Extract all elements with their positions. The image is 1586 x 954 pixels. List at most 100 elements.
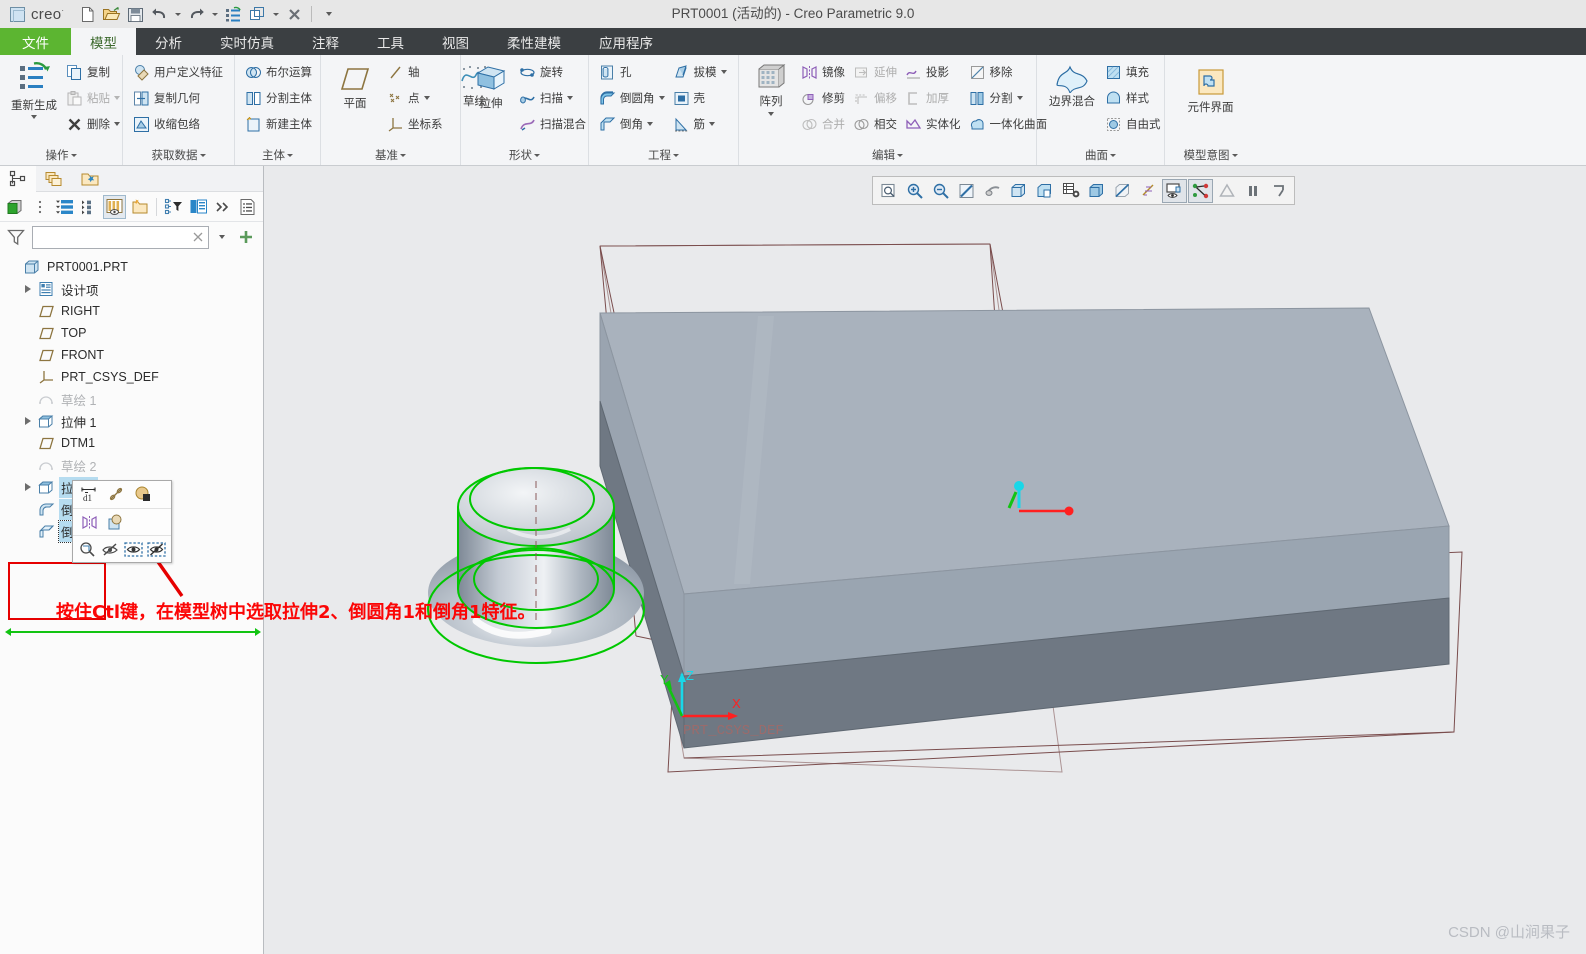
csys-button[interactable]: 坐标系 xyxy=(383,111,447,137)
window-icon[interactable] xyxy=(246,3,268,25)
freestyle-button[interactable]: 自由式 xyxy=(1101,111,1165,137)
tree-search-input[interactable] xyxy=(32,225,209,249)
ribbon-group-get-data-label[interactable]: 获取数据 xyxy=(125,145,232,165)
tab-analysis[interactable]: 分析 xyxy=(136,28,201,55)
tree-sort-filter-icon[interactable] xyxy=(162,195,185,219)
context-mini-toolbar[interactable]: d1 xyxy=(72,480,172,563)
redo-dropdown-icon[interactable] xyxy=(209,3,220,25)
tree-overflow-icon[interactable] xyxy=(211,195,234,219)
tree-notes-icon[interactable] xyxy=(236,195,259,219)
tree-row-top[interactable]: TOP xyxy=(0,322,263,344)
tree-expander-extrude-2[interactable] xyxy=(20,483,36,491)
ribbon-group-engineering-label[interactable]: 工程 xyxy=(591,145,736,165)
tab-tools[interactable]: 工具 xyxy=(358,28,423,55)
ribbon-group-body-label[interactable]: 主体 xyxy=(237,145,318,165)
redo-icon[interactable] xyxy=(185,3,207,25)
close-window-icon[interactable] xyxy=(283,3,305,25)
tree-row-sketch-2[interactable]: 草绘 2 xyxy=(0,454,263,476)
warning-icon[interactable] xyxy=(1214,179,1239,203)
datum-axis-button[interactable]: 轴 xyxy=(383,59,447,85)
pause-icon[interactable] xyxy=(1240,179,1265,203)
ribbon-group-editing-label[interactable]: 编辑 xyxy=(741,145,1034,165)
revolve-button[interactable]: 旋转 xyxy=(515,59,590,85)
extend-button[interactable]: 延伸 xyxy=(849,59,901,85)
regenerate-dropdown-icon[interactable] xyxy=(31,115,37,119)
ribbon-group-surfaces-label[interactable]: 曲面 xyxy=(1039,145,1162,165)
zoom-in-icon[interactable] xyxy=(902,179,927,203)
split-surface-dropdown-icon[interactable] xyxy=(1016,96,1023,100)
tree-row-design-items[interactable]: 设计项 xyxy=(0,278,263,300)
tree-toolbar[interactable] xyxy=(0,192,263,222)
scene-capture-icon[interactable] xyxy=(1084,179,1109,203)
navigator-tabs[interactable] xyxy=(0,165,263,192)
merge-button[interactable]: 合并 xyxy=(797,111,849,137)
offset-button[interactable]: 偏移 xyxy=(849,85,901,111)
edit-dimension-icon[interactable]: d1 xyxy=(76,482,103,507)
resume-icon[interactable] xyxy=(1266,179,1291,203)
rib-button[interactable]: 筋 xyxy=(669,111,731,137)
datum-point-dropdown-icon[interactable] xyxy=(423,96,430,100)
tree-settings-icon[interactable] xyxy=(187,195,210,219)
tree-row-dtm1[interactable]: DTM1 xyxy=(0,432,263,454)
refit-icon[interactable] xyxy=(876,179,901,203)
repaint-icon[interactable] xyxy=(954,179,979,203)
search-options-dropdown-icon[interactable] xyxy=(213,235,231,239)
appearance-icon[interactable] xyxy=(130,482,157,507)
chamfer-button[interactable]: 倒角 xyxy=(595,111,669,137)
boundary-blend-button[interactable]: 边界混合 xyxy=(1043,59,1101,109)
ribbon-group-operations-label[interactable]: 操作 xyxy=(2,145,120,165)
tab-applications[interactable]: 应用程序 xyxy=(580,28,672,55)
edit-references-icon[interactable] xyxy=(103,482,130,507)
extrude-button[interactable]: 拉伸 xyxy=(467,59,515,111)
round-dropdown-icon[interactable] xyxy=(658,96,665,100)
shell-button[interactable]: 壳 xyxy=(669,85,731,111)
delete-button[interactable]: 删除 xyxy=(62,111,124,137)
draft-dropdown-icon[interactable] xyxy=(720,70,727,74)
regenerate-icon[interactable] xyxy=(222,3,244,25)
saved-orientation-icon[interactable] xyxy=(1032,179,1057,203)
view-manager-icon[interactable] xyxy=(1058,179,1083,203)
annotation-display-icon[interactable] xyxy=(1188,178,1213,203)
tree-list-icon[interactable] xyxy=(54,195,77,219)
hide-icon[interactable] xyxy=(99,537,122,562)
mirror-button[interactable]: 镜像 xyxy=(797,59,849,85)
thicken-button[interactable]: 加厚 xyxy=(901,85,965,111)
ribbon-group-datum-label[interactable]: 基准 xyxy=(323,145,458,165)
tree-filter-display-icon[interactable] xyxy=(103,194,127,219)
model-tree[interactable]: PRT0001.PRT 设计项 RIGHT TOP FRONT PRT_CSYS… xyxy=(0,252,263,636)
ribbon-tabs[interactable]: 文件 模型 分析 实时仿真 注释 工具 视图 柔性建模 应用程序 xyxy=(0,28,1586,55)
hole-button[interactable]: 孔 xyxy=(595,59,669,85)
tree-row-front[interactable]: FRONT xyxy=(0,344,263,366)
tab-flexible-modeling[interactable]: 柔性建模 xyxy=(488,28,580,55)
add-filter-icon[interactable] xyxy=(235,229,257,245)
ribbon-group-shapes-label[interactable]: 形状 xyxy=(463,145,586,165)
datum-point-button[interactable]: 点 xyxy=(383,85,447,111)
quick-access-toolbar[interactable]: creo· xyxy=(0,0,340,28)
zoom-out-icon[interactable] xyxy=(928,179,953,203)
tree-columns-menu-icon[interactable] xyxy=(29,195,52,219)
tree-filter-bar[interactable] xyxy=(0,222,263,252)
window-dropdown-icon[interactable] xyxy=(270,3,281,25)
undo-icon[interactable] xyxy=(148,3,170,25)
create-udf-icon[interactable] xyxy=(103,510,130,535)
graphics-toolbar[interactable] xyxy=(872,176,1295,205)
tab-live-simulation[interactable]: 实时仿真 xyxy=(201,28,293,55)
copy-geometry-button[interactable]: 复制几何 xyxy=(129,85,227,111)
tab-file[interactable]: 文件 xyxy=(0,28,71,55)
chamfer-dropdown-icon[interactable] xyxy=(647,122,653,126)
perspective-icon[interactable] xyxy=(1110,179,1135,203)
undo-dropdown-icon[interactable] xyxy=(172,3,183,25)
project-button[interactable]: 投影 xyxy=(901,59,965,85)
model-tree-tab[interactable] xyxy=(0,165,36,192)
customize-qat-icon[interactable] xyxy=(318,3,340,25)
intersect-button[interactable]: 相交 xyxy=(849,111,901,137)
show-eye-icon[interactable] xyxy=(122,537,145,562)
tab-model[interactable]: 模型 xyxy=(71,28,136,55)
expand-collapse-icon[interactable] xyxy=(78,195,101,219)
save-icon[interactable] xyxy=(124,3,146,25)
round-button[interactable]: 倒圆角 xyxy=(595,85,669,111)
draft-button[interactable]: 拔模 xyxy=(669,59,731,85)
layer-tree-tab[interactable] xyxy=(36,166,72,192)
delete-dropdown-icon[interactable] xyxy=(114,122,120,126)
display-style-icon[interactable] xyxy=(1006,179,1031,203)
